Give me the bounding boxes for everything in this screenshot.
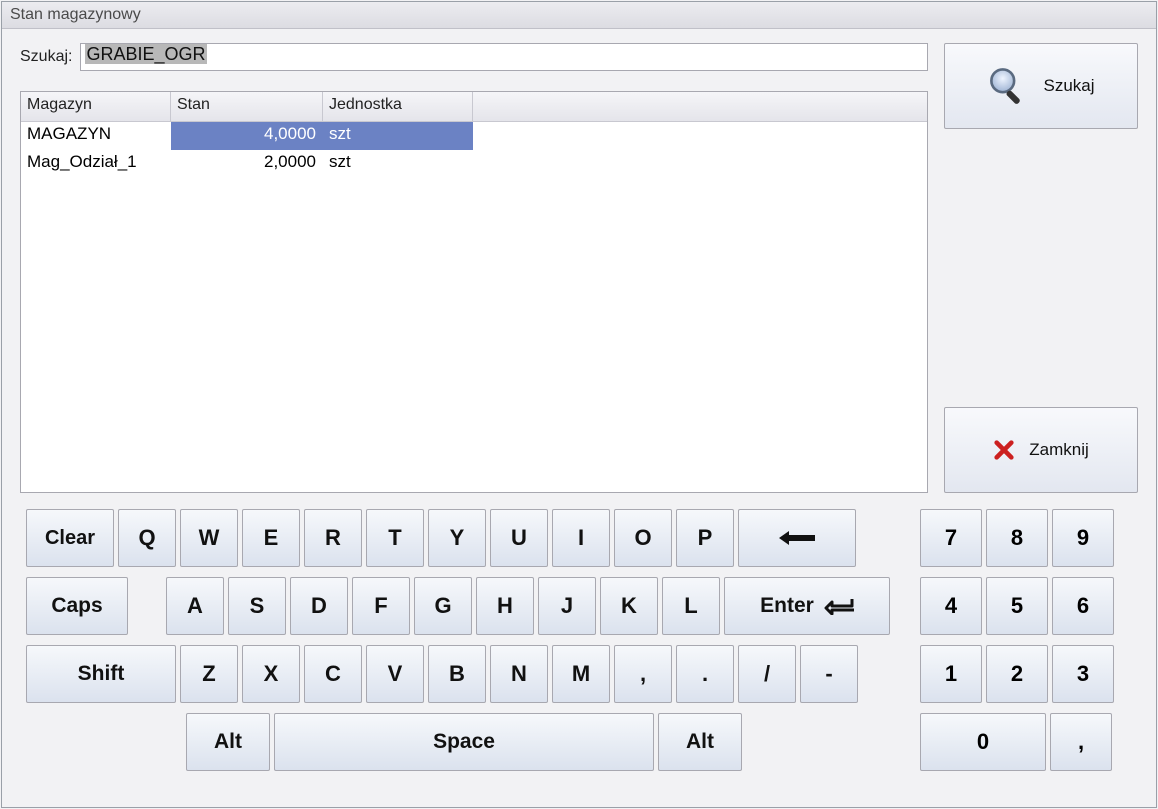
key-space[interactable]: Space [274,713,654,771]
key-row-4: Alt Space Alt [26,713,890,771]
key-n[interactable]: N [490,645,548,703]
key-b[interactable]: B [428,645,486,703]
close-button-label: Zamknij [1029,440,1089,460]
magnifier-icon [987,65,1029,107]
key-1[interactable]: 1 [920,645,982,703]
key-a[interactable]: A [166,577,224,635]
on-screen-keyboard: Clear Q W E R T Y U I O P Caps A S D [2,503,1156,787]
key-c[interactable]: C [304,645,362,703]
key-period[interactable]: . [676,645,734,703]
key-3[interactable]: 3 [1052,645,1114,703]
key-q[interactable]: Q [118,509,176,567]
key-u[interactable]: U [490,509,548,567]
search-button[interactable]: Szukaj [944,43,1138,129]
backspace-icon [777,529,817,547]
key-dash[interactable]: - [800,645,858,703]
key-j[interactable]: J [538,577,596,635]
table-row[interactable]: Mag_Odział_1 2,0000 szt [21,150,927,178]
right-column: Szukaj Zamknij [944,43,1138,493]
key-x[interactable]: X [242,645,300,703]
key-4[interactable]: 4 [920,577,982,635]
col-magazyn[interactable]: Magazyn [21,92,171,122]
search-row: Szukaj: GRABIE_OGR [20,43,928,71]
key-6[interactable]: 6 [1052,577,1114,635]
key-d[interactable]: D [290,577,348,635]
key-5[interactable]: 5 [986,577,1048,635]
cell-jednostka: szt [323,122,473,150]
key-m[interactable]: M [552,645,610,703]
enter-icon [824,597,854,615]
key-slash[interactable]: / [738,645,796,703]
stock-table[interactable]: Magazyn Stan Jednostka MAGAZYN 4,0000 sz… [20,91,928,493]
key-comma[interactable]: , [614,645,672,703]
key-y[interactable]: Y [428,509,486,567]
key-r[interactable]: R [304,509,362,567]
key-g[interactable]: G [414,577,472,635]
key-e[interactable]: E [242,509,300,567]
cell-magazyn: MAGAZYN [21,122,171,150]
key-backspace[interactable] [738,509,856,567]
search-button-label: Szukaj [1043,76,1094,96]
numeric-keypad: 7 8 9 4 5 6 1 2 3 0 , [920,509,1114,771]
key-i[interactable]: I [552,509,610,567]
key-z[interactable]: Z [180,645,238,703]
key-p[interactable]: P [676,509,734,567]
keys-main: Clear Q W E R T Y U I O P Caps A S D [26,509,890,771]
key-shift[interactable]: Shift [26,645,176,703]
search-input[interactable]: GRABIE_OGR [80,43,928,71]
cell-stan: 2,0000 [171,150,323,178]
col-fill [473,92,927,122]
key-alt-right[interactable]: Alt [658,713,742,771]
key-l[interactable]: L [662,577,720,635]
search-input-value: GRABIE_OGR [85,44,206,64]
content-area: Szukaj: GRABIE_OGR Magazyn Stan Jednostk… [2,29,1156,503]
col-jednostka[interactable]: Jednostka [323,92,473,122]
key-k[interactable]: K [600,577,658,635]
key-enter[interactable]: Enter [724,577,890,635]
table-row[interactable]: MAGAZYN 4,0000 szt [21,122,927,150]
key-2[interactable]: 2 [986,645,1048,703]
key-row-2: Caps A S D F G H J K L Enter [26,577,890,635]
close-button[interactable]: Zamknij [944,407,1138,493]
key-w[interactable]: W [180,509,238,567]
key-row-3: Shift Z X C V B N M , . / - [26,645,890,703]
key-h[interactable]: H [476,577,534,635]
table-header: Magazyn Stan Jednostka [21,92,927,122]
key-enter-label: Enter [760,594,814,618]
window-title: Stan magazynowy [2,2,1156,29]
key-9[interactable]: 9 [1052,509,1114,567]
window: Stan magazynowy Szukaj: GRABIE_OGR Magaz… [1,1,1157,808]
cell-magazyn: Mag_Odział_1 [21,150,171,178]
key-8[interactable]: 8 [986,509,1048,567]
key-7[interactable]: 7 [920,509,982,567]
key-row-1: Clear Q W E R T Y U I O P [26,509,890,567]
col-stan[interactable]: Stan [171,92,323,122]
close-icon [993,439,1015,461]
key-v[interactable]: V [366,645,424,703]
key-decimal[interactable]: , [1050,713,1112,771]
key-clear[interactable]: Clear [26,509,114,567]
key-o[interactable]: O [614,509,672,567]
key-f[interactable]: F [352,577,410,635]
cell-jednostka: szt [323,150,473,178]
key-s[interactable]: S [228,577,286,635]
cell-stan: 4,0000 [171,122,323,150]
key-alt-left[interactable]: Alt [186,713,270,771]
key-0[interactable]: 0 [920,713,1046,771]
key-caps[interactable]: Caps [26,577,128,635]
search-label: Szukaj: [20,48,72,66]
key-t[interactable]: T [366,509,424,567]
left-column: Szukaj: GRABIE_OGR Magazyn Stan Jednostk… [20,43,928,493]
